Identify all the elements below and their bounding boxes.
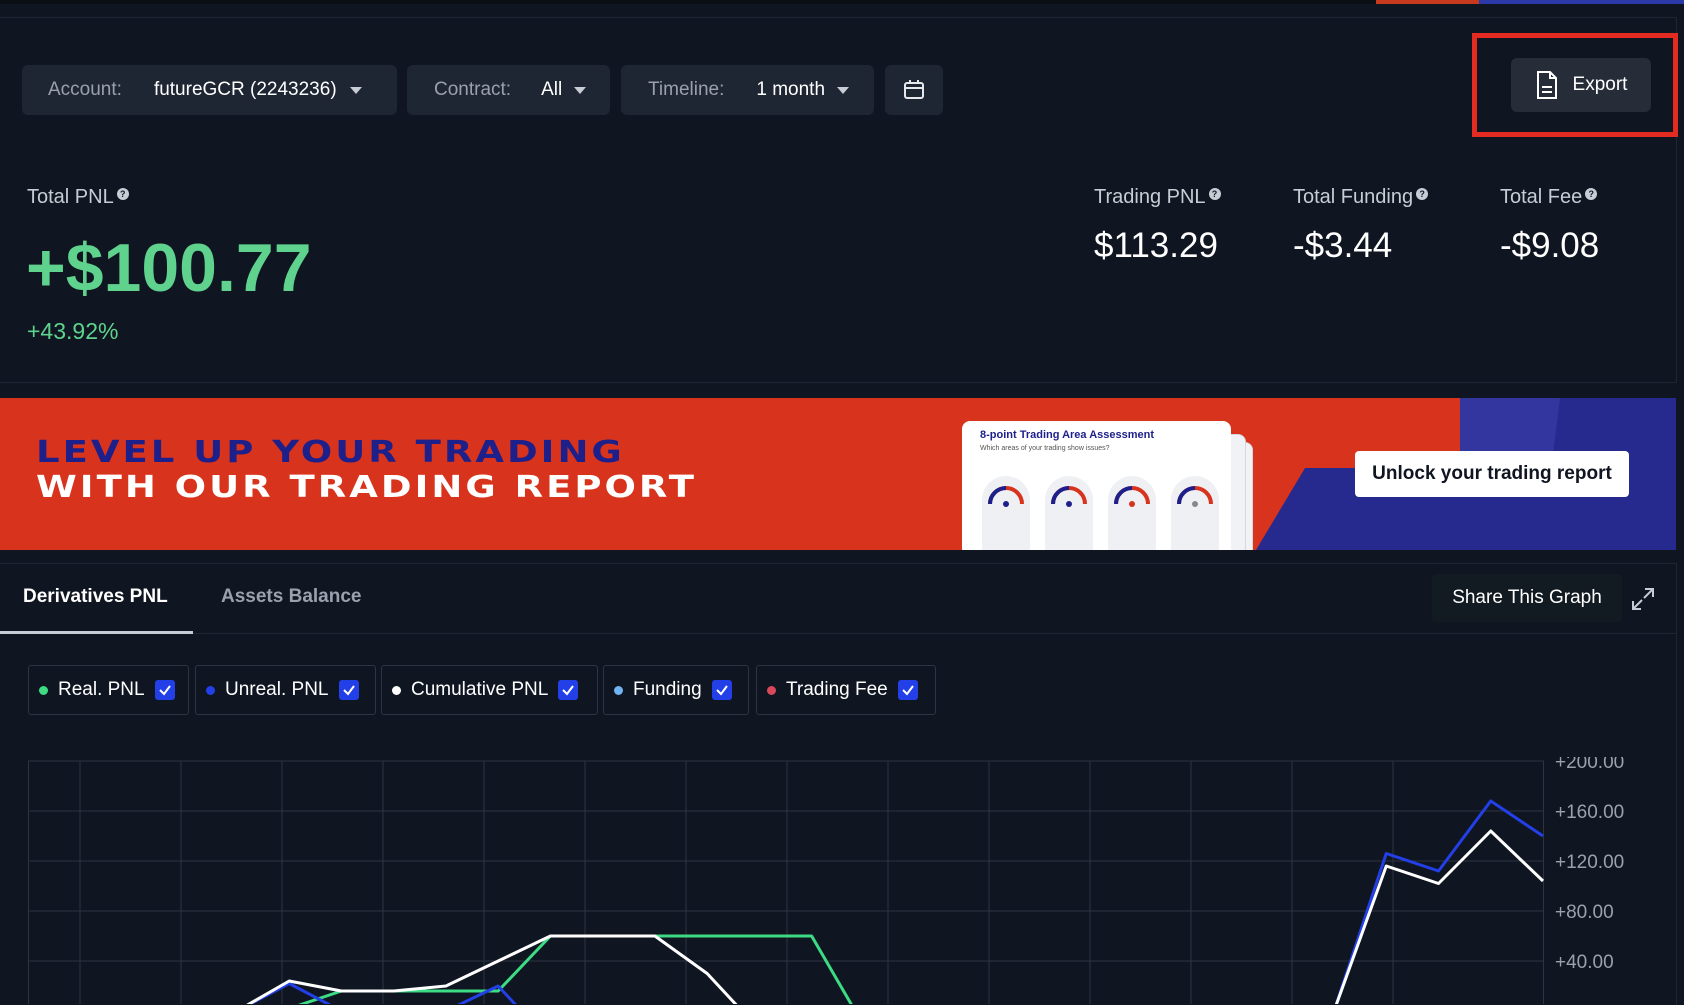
series-line-unreal-pnl (457, 984, 517, 1004)
timeline-label: Timeline: (648, 79, 725, 100)
gauge-icon (982, 476, 1030, 550)
y-tick-label: +120.00 (1555, 852, 1624, 873)
share-graph-button[interactable]: Share This Graph (1432, 574, 1622, 622)
top-strip-red-segment (1376, 0, 1479, 4)
expand-icon[interactable] (1630, 586, 1656, 612)
y-tick-label: +160.00 (1555, 802, 1624, 823)
help-icon[interactable]: ? (1585, 188, 1598, 200)
report-card-subtitle: Which areas of your trading show issues? (980, 445, 1110, 452)
y-tick-label: +40.00 (1555, 952, 1614, 973)
account-value: futureGCR (2243236) (153, 79, 337, 100)
total-fee-label-text: Total Fee (1500, 186, 1583, 208)
report-card-title: 8-point Trading Area Assessment (980, 429, 1155, 441)
export-label: Export (1572, 74, 1628, 95)
legend-trading-fee[interactable]: Trading Fee (756, 665, 936, 715)
legend-funding[interactable]: Funding (603, 665, 749, 715)
legend-label: Trading Fee (786, 679, 888, 700)
chart-plot-frame (28, 760, 1544, 1004)
legend-label: Funding (633, 679, 702, 700)
contract-value: All (541, 79, 563, 100)
funding-dot (614, 685, 623, 695)
timeline-value: 1 month (756, 79, 826, 100)
gauge-icon (1045, 476, 1093, 550)
tab-divider (0, 633, 1676, 634)
pnl-chart[interactable]: +200.00 +160.00 +120.00 +80.00 +40.00 (28, 757, 1676, 1004)
legend-real-pnl[interactable]: Real. PNL (28, 665, 189, 715)
series-line-real-pnl (297, 934, 853, 1004)
cumulative-pnl-dot (392, 685, 401, 695)
unlock-report-button[interactable]: Unlock your trading report (1355, 451, 1629, 497)
contract-label: Contract: (434, 79, 512, 100)
legend-cumulative-pnl[interactable]: Cumulative PNL (381, 665, 598, 715)
total-pnl-percent: +43.92% (27, 318, 119, 344)
trading-fee-dot (767, 685, 776, 695)
chevron-down-icon (837, 86, 850, 94)
total-funding-label-text: Total Funding (1293, 186, 1414, 208)
banner-headline-line1: LEVEL UP YOUR TRADING (36, 434, 625, 470)
trading-pnl-value: $113.29 (1094, 226, 1218, 265)
account-label: Account: (48, 79, 122, 100)
contract-select[interactable]: Contract: All (407, 65, 610, 115)
legend-unreal-pnl[interactable]: Unreal. PNL (195, 665, 376, 715)
gauge-icon (1108, 476, 1156, 550)
checkbox-checked-icon[interactable] (338, 680, 359, 700)
trading-pnl-label: Trading PNL? (1094, 186, 1221, 209)
legend-label: Real. PNL (58, 679, 145, 700)
banner-headline-line2: WITH OUR TRADING REPORT (36, 469, 697, 505)
total-pnl-label: Total PNL? (27, 186, 129, 209)
series-line-cumulative-pnl (246, 934, 738, 1004)
checkbox-checked-icon[interactable] (558, 680, 579, 700)
legend-label: Unreal. PNL (225, 679, 329, 700)
calendar-button[interactable] (885, 65, 943, 115)
legend-label: Cumulative PNL (411, 679, 549, 700)
calendar-icon (904, 80, 924, 99)
help-icon[interactable]: ? (116, 188, 129, 200)
unreal-pnl-dot (206, 685, 215, 695)
account-select[interactable]: Account: futureGCR (2243236) (22, 65, 397, 115)
total-pnl-label-text: Total PNL (27, 186, 114, 208)
checkbox-checked-icon[interactable] (711, 680, 732, 700)
series-line-unreal-pnl (1334, 799, 1544, 1004)
timeline-select[interactable]: Timeline: 1 month (621, 65, 874, 115)
total-funding-label: Total Funding? (1293, 186, 1429, 209)
top-strip-blue-segment (1479, 0, 1684, 4)
chevron-down-icon (574, 86, 587, 94)
checkbox-checked-icon[interactable] (154, 680, 175, 700)
tab-derivatives-pnl[interactable]: Derivatives PNL (23, 586, 168, 608)
tab-assets-balance[interactable]: Assets Balance (221, 586, 361, 608)
trading-pnl-label-text: Trading PNL (1094, 186, 1206, 208)
checkbox-checked-icon[interactable] (897, 680, 918, 700)
total-pnl-value: +$100.77 (26, 230, 312, 306)
gauge-icon (1171, 476, 1219, 550)
total-fee-label: Total Fee? (1500, 186, 1598, 209)
active-tab-indicator (0, 631, 193, 634)
export-button[interactable]: Export (1511, 58, 1651, 112)
help-icon[interactable]: ? (1416, 188, 1429, 200)
real-pnl-dot (39, 685, 48, 695)
help-icon[interactable]: ? (1208, 188, 1221, 200)
trading-report-banner[interactable]: LEVEL UP YOUR TRADING WITH OUR TRADING R… (0, 398, 1676, 550)
total-funding-value: -$3.44 (1293, 226, 1393, 265)
chevron-down-icon (349, 86, 362, 94)
document-icon (1536, 71, 1557, 99)
y-tick-label: +200.00 (1555, 757, 1624, 773)
total-fee-value: -$9.08 (1500, 226, 1600, 265)
report-card-preview: 8-point Trading Area Assessment Which ar… (962, 421, 1231, 550)
y-tick-label: +80.00 (1555, 902, 1614, 923)
top-strip (0, 0, 1684, 4)
